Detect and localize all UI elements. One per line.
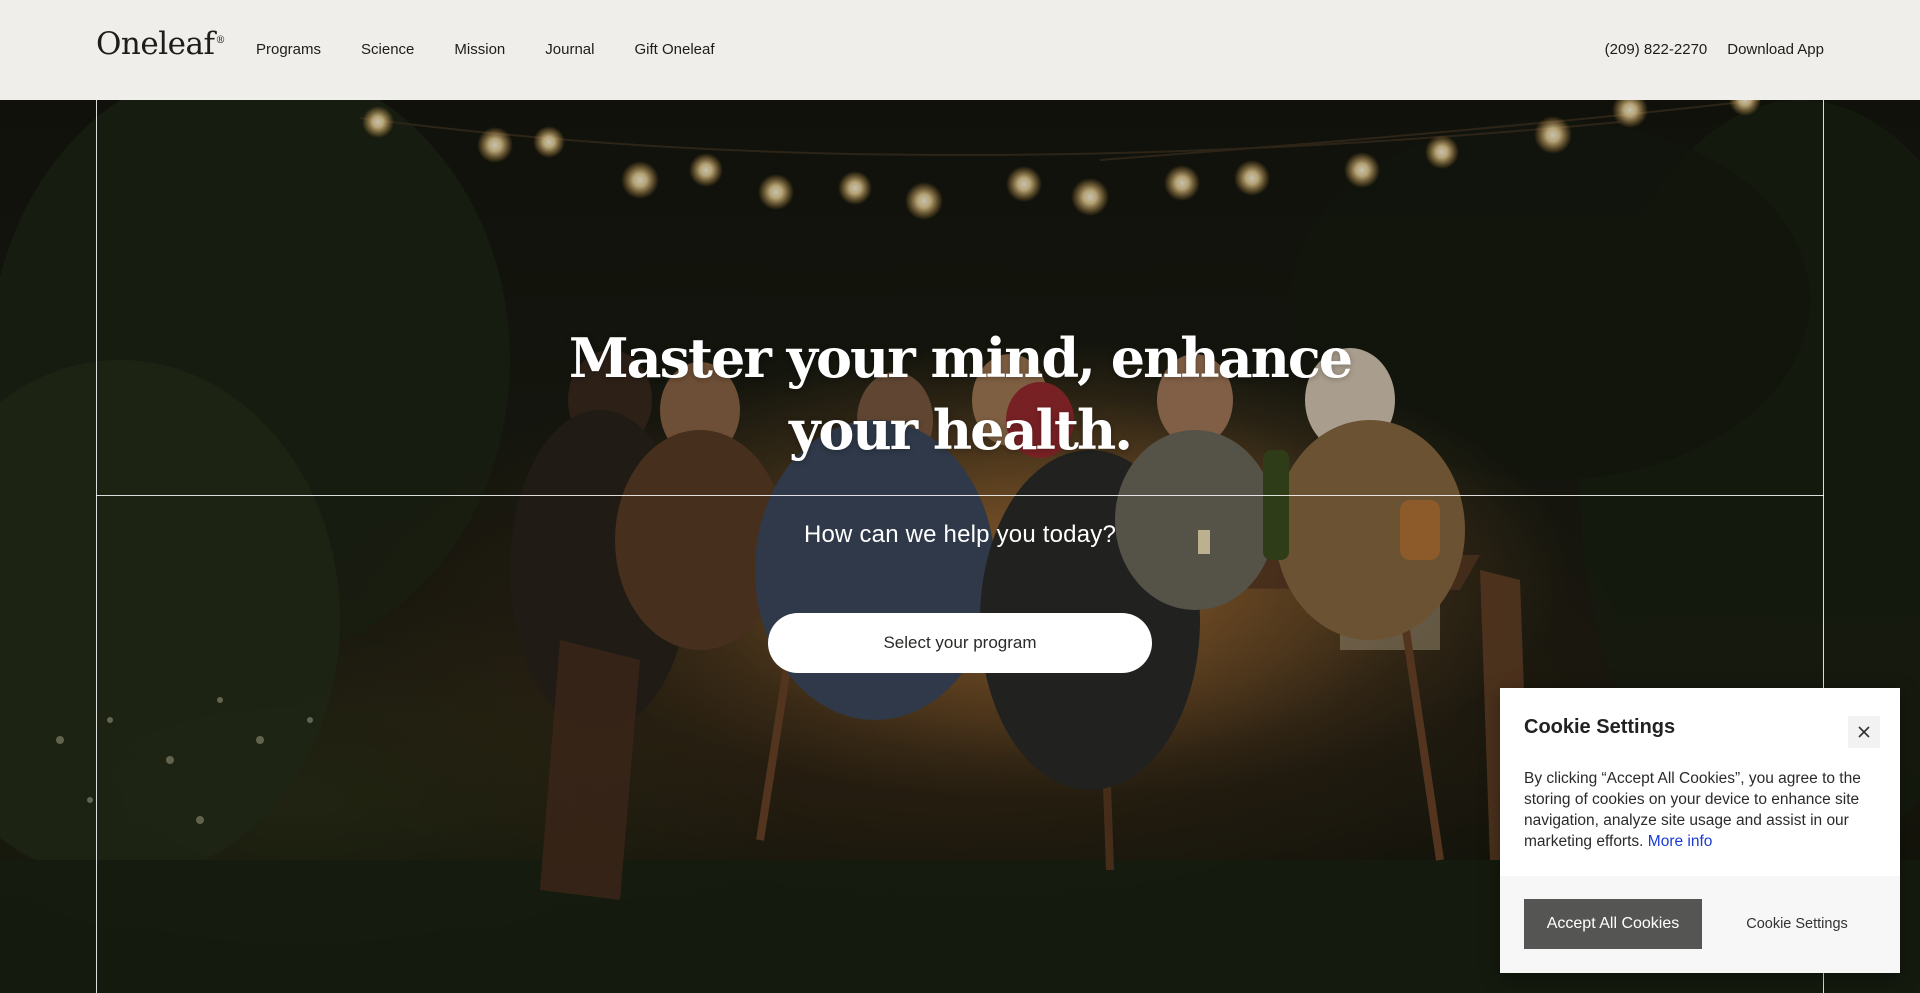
nav-science[interactable]: Science (361, 41, 414, 59)
cookie-dialog-body: By clicking “Accept All Cookies”, you ag… (1524, 768, 1884, 852)
header-actions: (209) 822-2270 Download App (1605, 41, 1824, 59)
cookie-dialog-footer: Accept All Cookies Cookie Settings (1500, 876, 1900, 973)
frame-divider-line (96, 495, 1824, 496)
main-nav: Programs Science Mission Journal Gift On… (256, 41, 715, 59)
hero-headline-line2: your health. (788, 398, 1133, 462)
download-app-link[interactable]: Download App (1727, 41, 1824, 59)
logo-text: Oneleaf (96, 26, 215, 62)
accept-all-cookies-button[interactable]: Accept All Cookies (1524, 899, 1702, 949)
more-info-link[interactable]: More info (1648, 833, 1713, 850)
nav-gift[interactable]: Gift Oneleaf (634, 41, 714, 59)
cookie-dialog-title: Cookie Settings (1524, 716, 1676, 738)
nav-programs[interactable]: Programs (256, 41, 321, 59)
hero-headline-line1: Master your mind, enhance (568, 326, 1353, 390)
nav-journal[interactable]: Journal (545, 41, 594, 59)
nav-mission[interactable]: Mission (454, 41, 505, 59)
logo-mark: ® (215, 34, 225, 46)
phone-link[interactable]: (209) 822-2270 (1605, 41, 1708, 59)
logo[interactable]: Oneleaf® (96, 26, 225, 62)
frame-left-line (96, 100, 97, 993)
hero-subheading: How can we help you today? (803, 521, 1117, 548)
hero-headline: Master your mind, enhance your health. (560, 322, 1360, 466)
select-program-button[interactable]: Select your program (768, 613, 1152, 673)
cookie-settings-dialog: Cookie Settings By clicking “Accept All … (1500, 688, 1900, 973)
close-button[interactable] (1848, 716, 1880, 748)
site-header: Oneleaf® Programs Science Mission Journa… (0, 0, 1920, 100)
cookie-settings-button[interactable]: Cookie Settings (1718, 899, 1876, 949)
close-icon (1858, 726, 1870, 738)
